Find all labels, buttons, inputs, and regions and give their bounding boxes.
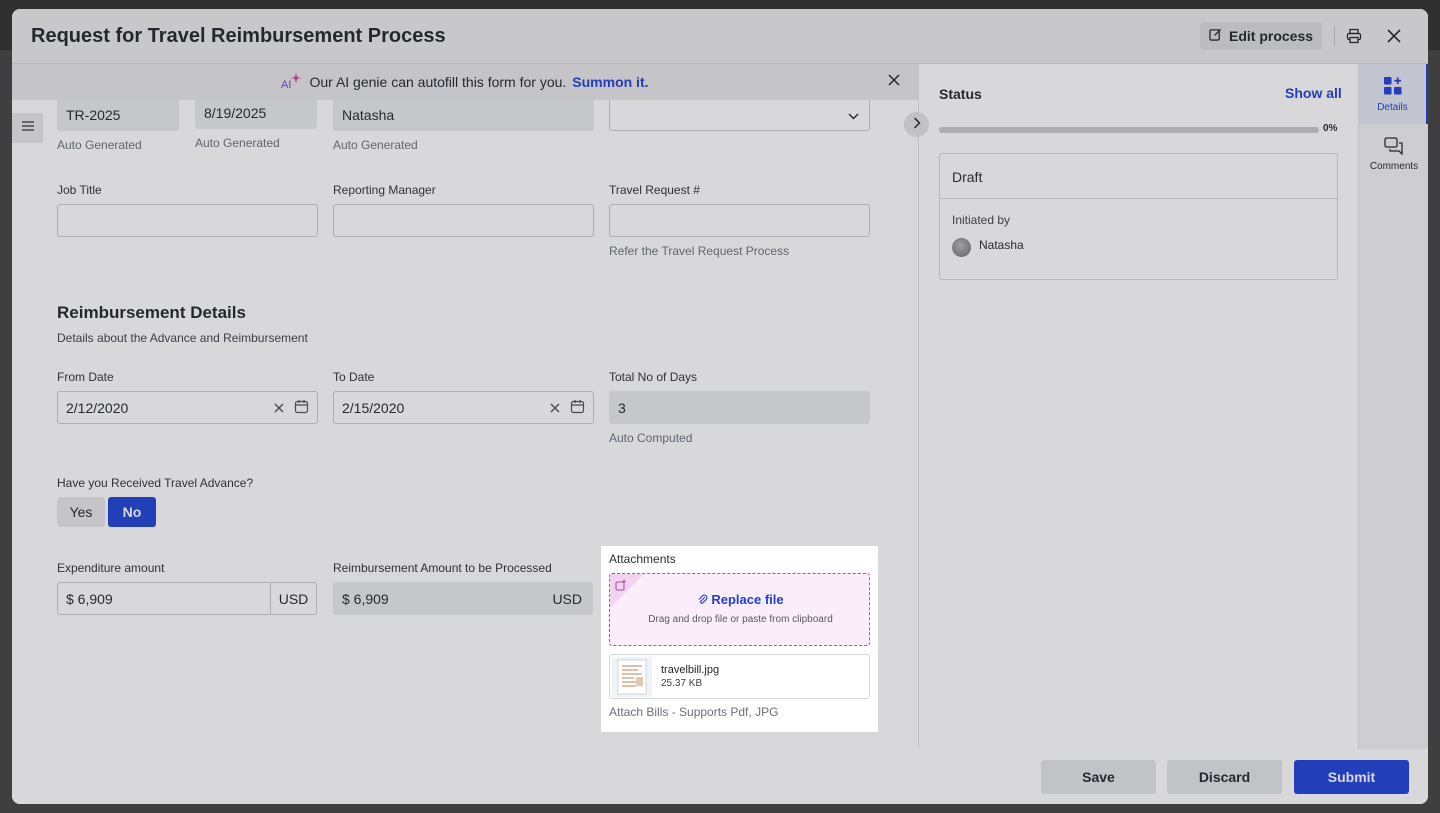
status-progress-label: 0% [1323,123,1338,134]
modal-title: Request for Travel Reimbursement Process [31,25,446,47]
request-date-hint: Auto Generated [195,136,280,150]
hamburger-icon [21,119,35,137]
reimbursement-label: Reimbursement Amount to be Processed [333,561,552,575]
request-id-value: TR-2025 [66,106,121,123]
attached-file[interactable]: travelbill.jpg 25.37 KB [609,654,870,699]
paperclip-icon [697,592,711,607]
calendar-icon[interactable] [570,399,585,417]
stage-name: Draft [952,169,983,185]
chevron-right-icon [913,116,921,134]
chevron-down-icon [848,107,859,123]
ai-banner-text: Our AI genie can autofill this form for … [309,74,567,90]
total-days-field: 3 [609,391,870,424]
edit-process-label: Edit process [1228,28,1314,44]
banner-close-icon[interactable] [888,73,900,89]
edit-process-button[interactable]: Edit process [1200,22,1322,50]
reimbursement-value: $ 6,909 [342,590,389,607]
file-name: travelbill.jpg [661,664,720,676]
stage-card: Draft Initiated by Natasha [939,153,1338,280]
job-title-input[interactable] [57,204,318,237]
from-date-value: 2/12/2020 [66,399,129,416]
department-select[interactable] [609,98,870,131]
expenditure-input[interactable]: $ 6,909 USD [57,582,317,615]
request-id-hint: Auto Generated [57,138,142,152]
avatar [952,238,971,257]
advance-yes-button[interactable]: Yes [57,497,105,527]
show-all-link[interactable]: Show all [1285,85,1342,101]
attachments-card: Attachments Replace file Drag and drop f… [601,546,878,732]
svg-text:AI: AI [281,79,291,90]
travel-advance-label: Have you Received Travel Advance? [57,476,254,490]
advance-no-button[interactable]: No [108,497,156,527]
section-subtitle: Details about the Advance and Reimbursem… [57,331,308,345]
form-menu-button[interactable] [12,113,43,143]
to-date-input[interactable]: 2/15/2020 [333,391,594,424]
print-icon[interactable] [1342,24,1366,48]
process-modal: Request for Travel Reimbursement Process… [12,9,1428,804]
travel-request-hint: Refer the Travel Request Process [609,244,790,258]
from-date-label: From Date [57,370,114,384]
file-size: 25.37 KB [661,678,703,689]
calendar-icon[interactable] [294,399,309,417]
file-thumbnail [612,657,652,697]
modal-footer: Save Discard Submit [12,749,1428,804]
attachments-label: Attachments [609,552,676,566]
reimbursement-field: $ 6,909 USD [333,582,593,615]
drag-drop-hint: Drag and drop file or paste from clipboa… [648,614,833,625]
expenditure-value: $ 6,909 [66,590,113,607]
comments-icon [1384,136,1404,158]
file-drop-zone[interactable]: Replace file Drag and drop file or paste… [609,573,870,646]
from-date-input[interactable]: 2/12/2020 [57,391,318,424]
side-rail: Details Comments [1358,64,1428,749]
section-title: Reimbursement Details [57,303,246,322]
summon-link[interactable]: Summon it. [572,74,648,90]
attachments-hint: Attach Bills - Supports Pdf, JPG [609,705,779,719]
rail-comments-label: Comments [1369,160,1419,172]
total-days-hint: Auto Computed [609,431,693,445]
expenditure-label: Expenditure amount [57,561,165,575]
total-days-value: 3 [618,399,626,416]
replace-file-label: Replace file [711,592,784,607]
status-progress-bar [939,127,1319,133]
submit-button[interactable]: Submit [1294,760,1409,794]
total-days-label: Total No of Days [609,370,698,384]
header-divider [1334,25,1335,47]
status-panel: Status Show all 0% Draft Initiated by Na… [919,64,1358,749]
edit-icon [1209,28,1222,44]
close-icon[interactable] [1382,24,1406,48]
details-icon [1383,76,1403,99]
rail-details-label: Details [1377,101,1408,113]
to-date-label: To Date [333,370,375,384]
to-date-value: 2/15/2020 [342,399,405,416]
stage-divider [940,198,1337,199]
request-date-field: 8/19/2025 [195,96,317,129]
rail-tab-comments[interactable]: Comments [1359,124,1428,184]
reporting-manager-label: Reporting Manager [333,183,436,197]
discard-button[interactable]: Discard [1167,760,1282,794]
travel-request-label: Travel Request # [609,183,700,197]
employee-name-value: Natasha [342,106,395,123]
employee-name-field: Natasha [333,98,594,131]
travel-request-input[interactable] [609,204,870,237]
clear-date-icon[interactable] [550,400,560,416]
reporting-manager-input[interactable] [333,204,594,237]
ai-autofill-banner: AI Our AI genie can autofill this form f… [12,64,918,100]
ai-sparkle-icon: AI [281,72,303,93]
request-id-field: TR-2025 [57,98,179,131]
initiated-by-label: Initiated by [952,213,1011,227]
clear-date-icon[interactable] [274,400,284,416]
rail-tab-details[interactable]: Details [1359,64,1428,124]
reimbursement-currency: USD [552,590,582,607]
initiator-name: Natasha [979,238,1024,252]
save-button[interactable]: Save [1041,760,1156,794]
job-title-label: Job Title [57,183,102,197]
status-title: Status [939,86,982,102]
request-date-value: 8/19/2025 [204,104,267,121]
expenditure-currency: USD [270,583,316,614]
employee-name-hint: Auto Generated [333,138,418,152]
panel-toggle-button[interactable] [904,112,929,137]
modal-header: Request for Travel Reimbursement Process… [12,9,1428,64]
replace-file-button[interactable]: Replace file [610,592,869,607]
